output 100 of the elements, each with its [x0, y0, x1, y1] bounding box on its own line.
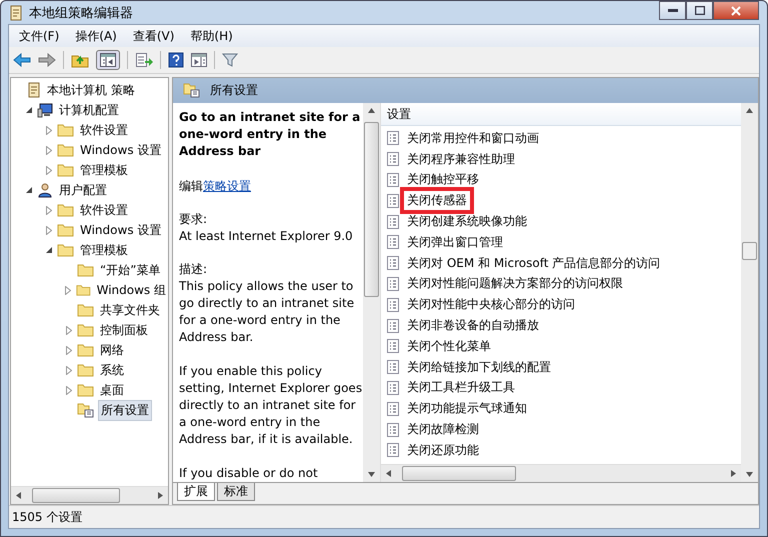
- tree-item[interactable]: Windows 设置: [78, 220, 164, 240]
- expand-arrow-icon[interactable]: [66, 326, 72, 334]
- help-icon[interactable]: [168, 52, 184, 68]
- setting-item[interactable]: 关闭程序兼容性助理: [404, 150, 518, 169]
- folder-icon: [77, 323, 94, 337]
- menu-item[interactable]: 文件(F): [19, 28, 60, 44]
- menu-item[interactable]: 操作(A): [75, 28, 117, 44]
- edit-label: 编辑: [179, 179, 203, 193]
- expand-arrow-icon[interactable]: [66, 366, 72, 374]
- policy-setting-icon: [387, 235, 399, 250]
- minimize-button[interactable]: [659, 1, 686, 20]
- folder-icon: [57, 163, 74, 177]
- user-icon: [37, 182, 53, 198]
- tree-item[interactable]: 网络: [98, 340, 126, 360]
- policy-setting-icon: [387, 339, 399, 354]
- tree-item[interactable]: 控制面板: [98, 320, 150, 340]
- scroll-right-icon[interactable]: [731, 470, 736, 477]
- setting-item[interactable]: 关闭工具栏升级工具: [404, 378, 518, 398]
- vertical-scrollbar[interactable]: [363, 103, 380, 482]
- policy-setting-icon: [387, 172, 399, 187]
- tree-item[interactable]: “开始”菜单: [98, 260, 162, 280]
- policy-setting-icon: [387, 402, 399, 416]
- folder-icon: [57, 203, 74, 217]
- setting-item[interactable]: 关闭故障检测: [404, 420, 482, 440]
- scroll-thumb[interactable]: [742, 242, 757, 260]
- tree-item[interactable]: 系统: [98, 360, 126, 380]
- policy-setting-icon: [387, 214, 399, 229]
- horizontal-scrollbar[interactable]: [381, 464, 741, 482]
- folder-icon: [77, 383, 94, 397]
- policy-settings-link[interactable]: 策略设置: [203, 179, 251, 193]
- setting-item[interactable]: 关闭创建系统映像功能: [404, 212, 530, 232]
- expand-arrow-icon[interactable]: [46, 146, 52, 154]
- folder-icon: [57, 123, 74, 137]
- folder-icon: [77, 263, 94, 277]
- scroll-up-icon[interactable]: [746, 108, 753, 113]
- requirements-text: At least Internet Explorer 9.0: [179, 228, 354, 245]
- tree-item[interactable]: 桌面: [98, 380, 126, 400]
- scroll-right-icon[interactable]: [158, 492, 163, 499]
- tree-item[interactable]: Windows 设置: [78, 140, 164, 160]
- maximize-icon: [694, 6, 704, 15]
- status-text: 1505 个设置: [12, 508, 82, 526]
- tree-item[interactable]: 管理模板: [78, 240, 130, 260]
- filter-icon[interactable]: [222, 52, 238, 68]
- tree-item[interactable]: 所有设置: [98, 400, 152, 420]
- setting-item[interactable]: 关闭弹出窗口管理: [404, 232, 506, 252]
- setting-item[interactable]: 关闭触控平移: [404, 170, 482, 190]
- setting-item[interactable]: 关闭给链接加下划线的配置: [404, 358, 554, 377]
- vertical-scrollbar[interactable]: [741, 103, 758, 482]
- scroll-up-icon[interactable]: [368, 108, 375, 113]
- tree-item[interactable]: 软件设置: [78, 200, 130, 220]
- expand-arrow-icon[interactable]: [46, 126, 52, 134]
- view-tab[interactable]: 标准: [217, 483, 255, 501]
- setting-item[interactable]: 关闭非卷设备的自动播放: [404, 316, 542, 336]
- tree-item[interactable]: 计算机配置: [57, 100, 121, 120]
- computer-icon: [37, 102, 53, 118]
- folder-icon: [77, 363, 94, 377]
- collapse-arrow-icon[interactable]: [46, 246, 52, 254]
- expand-arrow-icon[interactable]: [46, 226, 52, 234]
- setting-item[interactable]: 关闭还原功能: [404, 440, 482, 460]
- menu-item[interactable]: 帮助(H): [190, 28, 233, 44]
- description-paragraph: If you disable or do not: [179, 465, 319, 482]
- tree-item[interactable]: 用户配置: [57, 180, 109, 200]
- tree-item[interactable]: Windows 组: [94, 280, 168, 300]
- menu-item[interactable]: 查看(V): [132, 28, 174, 44]
- folder-icon: [77, 343, 94, 357]
- scroll-down-icon[interactable]: [368, 472, 375, 477]
- action-pane-icon[interactable]: [191, 53, 207, 67]
- policy-setting-icon: [387, 443, 399, 458]
- collapse-arrow-icon[interactable]: [26, 186, 32, 194]
- setting-item[interactable]: 关闭常用控件和窗口动画: [404, 128, 542, 148]
- close-button[interactable]: [713, 1, 759, 20]
- description-label: 描述:: [179, 261, 208, 278]
- tree-item[interactable]: 本地计算机 策略: [45, 80, 137, 100]
- expand-arrow-icon[interactable]: [46, 206, 52, 214]
- scroll-left-icon[interactable]: [386, 470, 391, 477]
- view-tab[interactable]: 扩展: [177, 483, 215, 501]
- setting-item[interactable]: 关闭个性化菜单: [404, 336, 494, 356]
- scroll-left-icon[interactable]: [16, 492, 21, 499]
- setting-item[interactable]: 关闭对性能问题解决方案部分的访问权限: [404, 274, 626, 294]
- export-list-icon[interactable]: [135, 52, 153, 68]
- setting-item[interactable]: 关闭对性能中央核心部分的访问: [404, 295, 578, 314]
- tree-item[interactable]: 软件设置: [78, 120, 130, 140]
- scroll-down-icon[interactable]: [746, 472, 753, 477]
- expand-arrow-icon[interactable]: [66, 346, 72, 354]
- console-tree-button[interactable]: [96, 50, 120, 70]
- back-arrow-icon[interactable]: [13, 53, 31, 67]
- minimize-icon: [668, 8, 678, 12]
- horizontal-scrollbar[interactable]: [11, 486, 168, 504]
- policy-setting-icon: [387, 256, 399, 270]
- setting-item[interactable]: 关闭功能提示气球通知: [404, 399, 530, 418]
- description-paragraph: This policy allows the user to go directly to an intranet site for a one-word entry in the Address bar.: [179, 278, 356, 346]
- collapse-arrow-icon[interactable]: [26, 106, 32, 114]
- forward-arrow-icon[interactable]: [38, 53, 56, 67]
- expand-arrow-icon[interactable]: [66, 386, 72, 394]
- setting-item[interactable]: 关闭对 OEM 和 Microsoft 产品信息部分的访问: [404, 254, 664, 273]
- tree-item[interactable]: 管理模板: [78, 160, 130, 180]
- expand-arrow-icon[interactable]: [65, 286, 72, 294]
- tree-item[interactable]: 共享文件夹: [98, 300, 162, 320]
- expand-arrow-icon[interactable]: [46, 166, 52, 174]
- maximize-button[interactable]: [686, 1, 713, 20]
